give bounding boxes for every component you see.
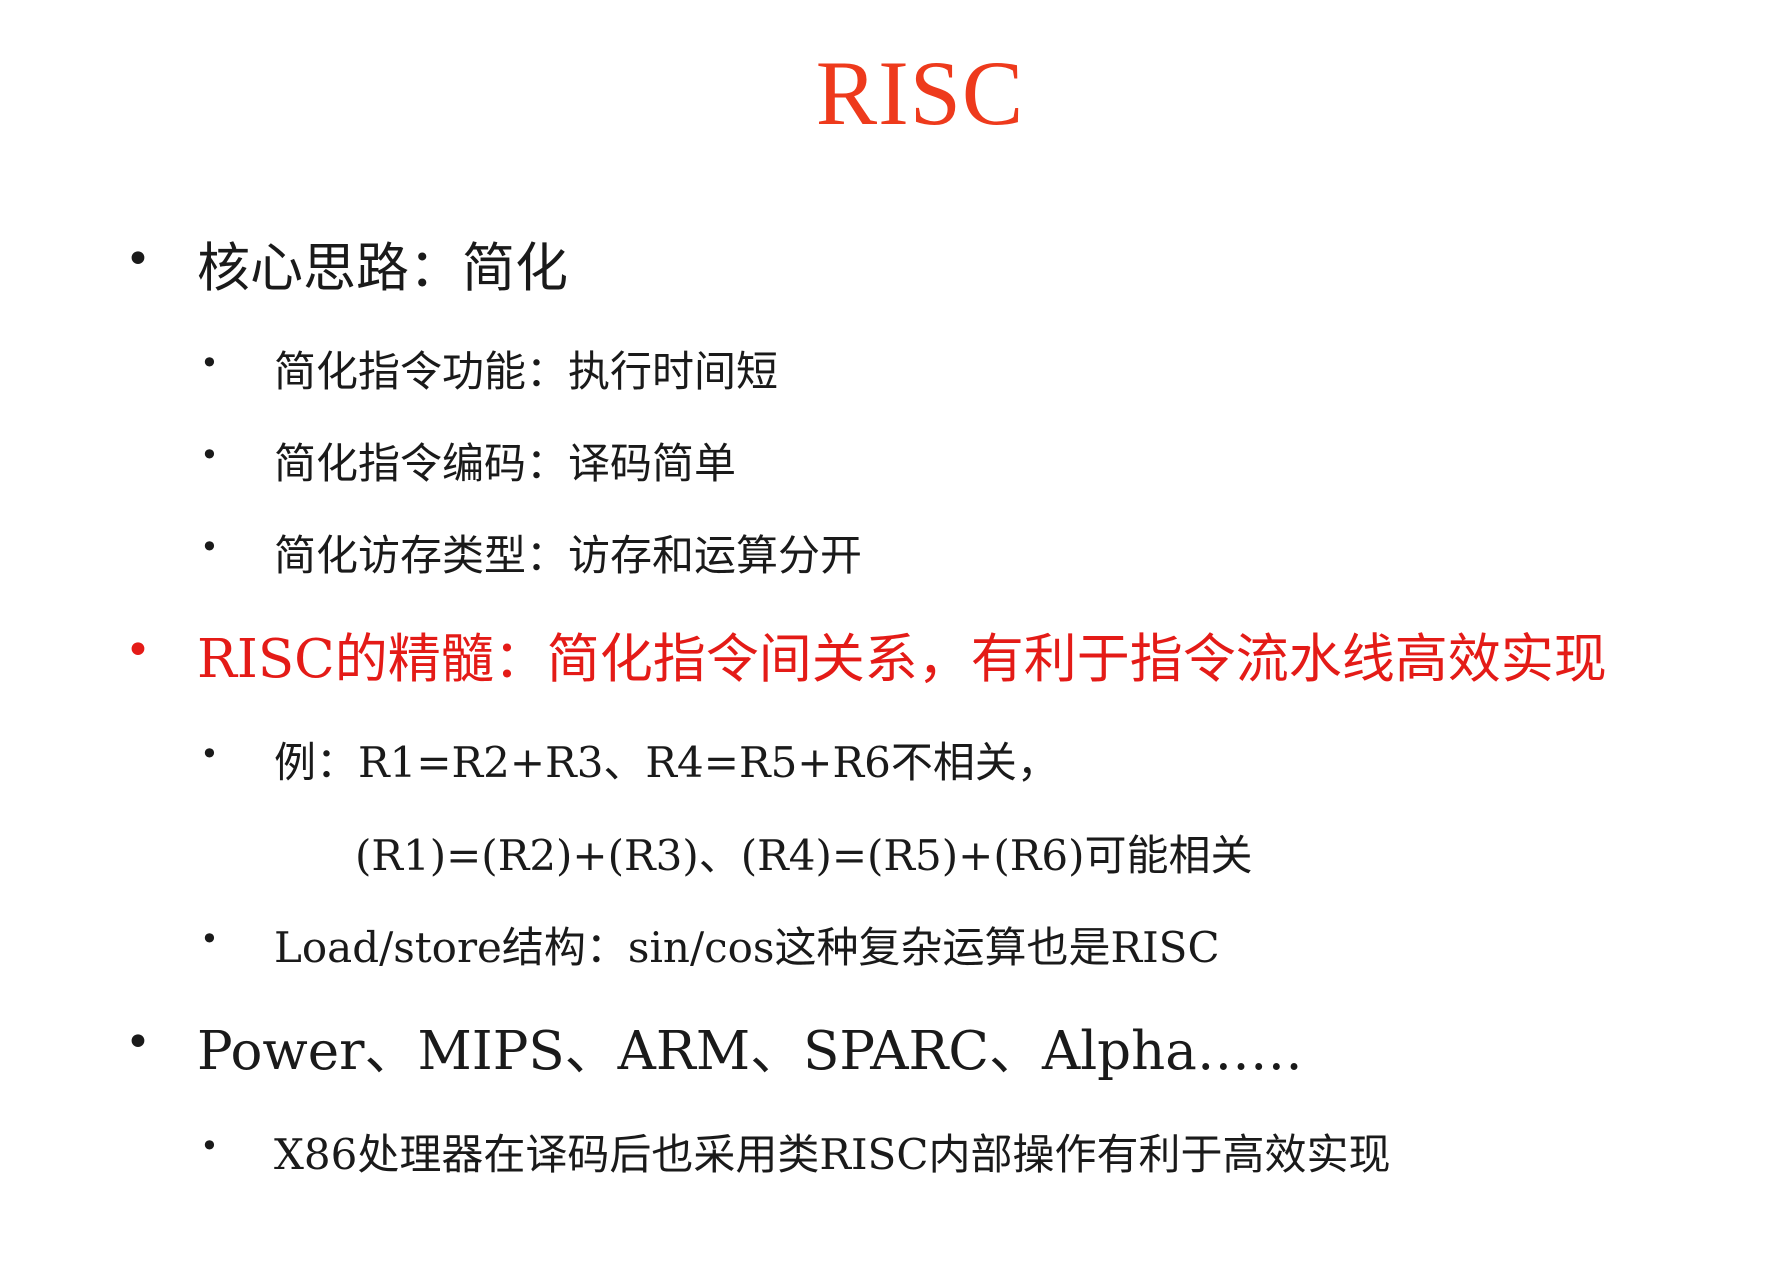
example-continuation: (R1)=(R2)+(R3)、(R4)=(R5)+(R6)可能相关 — [355, 828, 1252, 884]
sub-bullet-example: • 例：R1=R2+R3、R4=R5+R6不相关， — [200, 735, 1059, 791]
bullet-dot-icon: • — [125, 1017, 151, 1068]
bullet-risc-essence: • RISC的精髓：简化指令间关系，有利于指令流水线高效实现 — [125, 625, 1607, 695]
bullet-text: Power、MIPS、ARM、SPARC、Alpha…… — [197, 1021, 1303, 1082]
bullet-architectures: • Power、MIPS、ARM、SPARC、Alpha…… — [125, 1017, 1303, 1087]
sub-bullet-text: (R1)=(R2)+(R3)、(R4)=(R5)+(R6)可能相关 — [355, 831, 1253, 880]
slide: RISC • 核心思路：简化 • 简化指令功能：执行时间短 • 简化指令编码：译… — [0, 0, 1765, 1280]
bullet-dot-icon: • — [200, 735, 219, 773]
sub-bullet-load-store: • Load/store结构：sin/cos这种复杂运算也是RISC — [200, 920, 1220, 976]
sub-bullet-text: 简化指令功能：执行时间短 — [274, 347, 779, 396]
sub-bullet-text: 简化指令编码：译码简单 — [274, 439, 737, 488]
bullet-dot-icon: • — [200, 344, 219, 382]
sub-bullet-text: 简化访存类型：访存和运算分开 — [274, 531, 863, 580]
bullet-dot-icon: • — [125, 234, 151, 285]
sub-bullet-text: 例：R1=R2+R3、R4=R5+R6不相关， — [274, 738, 1059, 787]
bullet-core-idea: • 核心思路：简化 — [125, 234, 568, 304]
slide-title: RISC — [815, 42, 1025, 144]
sub-bullet-simplify-function: • 简化指令功能：执行时间短 — [200, 344, 779, 400]
bullet-dot-icon: • — [200, 528, 219, 566]
sub-bullet-text: Load/store结构：sin/cos这种复杂运算也是RISC — [274, 923, 1220, 972]
bullet-text: 核心思路：简化 — [197, 238, 568, 299]
sub-bullet-text: X86处理器在译码后也采用类RISC内部操作有利于高效实现 — [274, 1130, 1391, 1179]
sub-bullet-simplify-memory-access: • 简化访存类型：访存和运算分开 — [200, 528, 863, 584]
bullet-dot-icon: • — [125, 625, 151, 676]
sub-bullet-simplify-encoding: • 简化指令编码：译码简单 — [200, 436, 737, 492]
bullet-text: RISC的精髓：简化指令间关系，有利于指令流水线高效实现 — [197, 629, 1607, 690]
bullet-dot-icon: • — [200, 920, 219, 958]
bullet-dot-icon: • — [200, 1127, 219, 1165]
sub-bullet-x86: • X86处理器在译码后也采用类RISC内部操作有利于高效实现 — [200, 1127, 1391, 1183]
bullet-dot-icon: • — [200, 436, 219, 474]
